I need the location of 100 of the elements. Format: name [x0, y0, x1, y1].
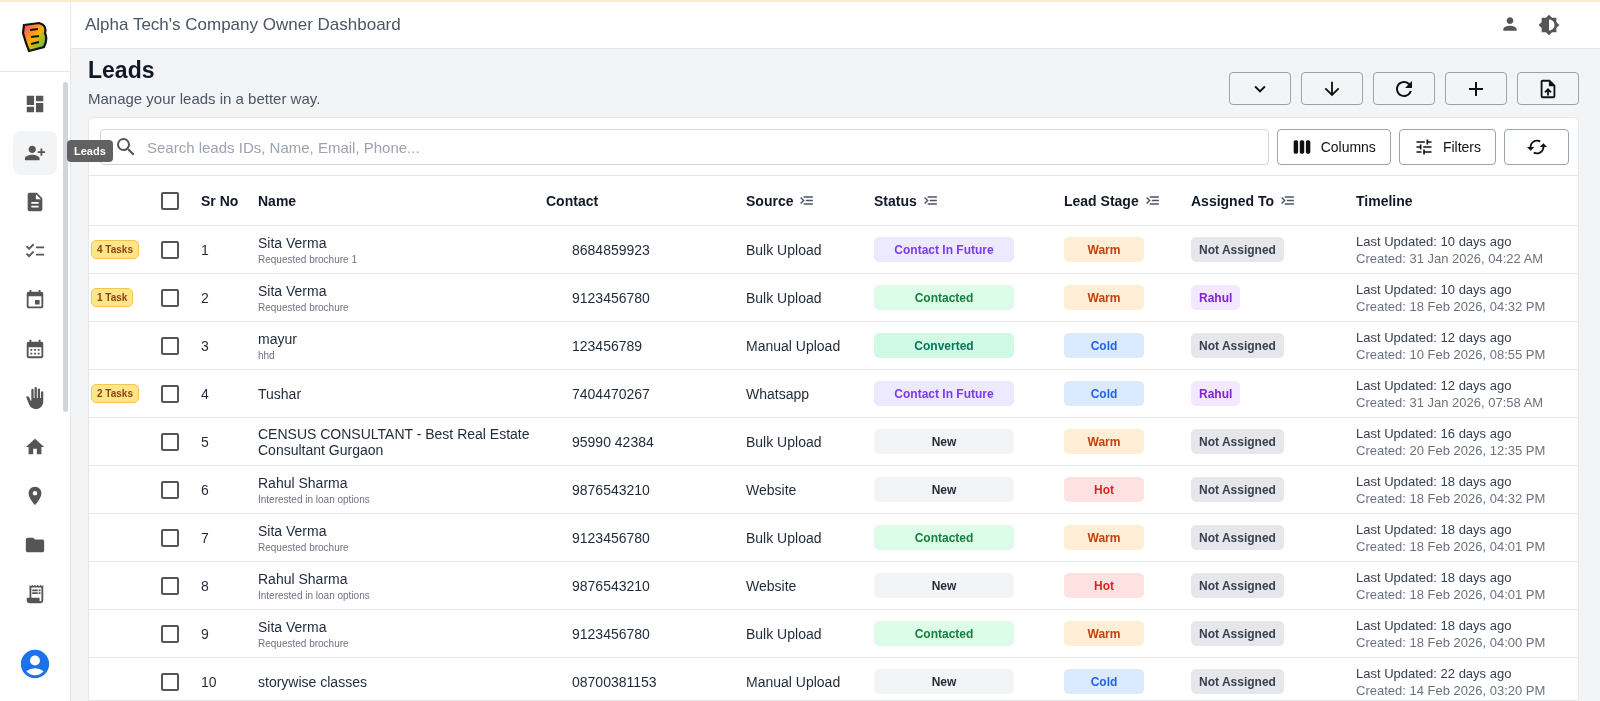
sr-no: 2: [201, 289, 210, 306]
status-badge: New: [874, 573, 1014, 598]
last-updated: Last Updated: 22 days ago: [1356, 664, 1513, 682]
task-count-badge[interactable]: 1 Task: [91, 288, 134, 307]
status-badge: Contact In Future: [874, 237, 1014, 262]
last-updated: Last Updated: 12 days ago: [1356, 376, 1513, 394]
last-updated: Last Updated: 16 days ago: [1356, 424, 1513, 442]
lead-stage-badge: Cold: [1064, 333, 1144, 358]
assignee-badge: Not Assigned: [1191, 621, 1284, 646]
download-button[interactable]: [1301, 72, 1363, 105]
lead-name: CENSUS CONSULTANT - Best Real Estate Consultant Gurgaon: [258, 425, 531, 458]
lead-source: Bulk Upload: [746, 289, 823, 306]
sr-no: 6: [201, 481, 210, 498]
lead-stage-badge: Warm: [1064, 525, 1144, 550]
profile-avatar[interactable]: [18, 647, 52, 681]
contact-number: 9123456780: [572, 625, 651, 642]
sr-no: 4: [201, 385, 210, 402]
row-checkbox[interactable]: [161, 480, 179, 499]
status-badge: Contacted: [874, 621, 1014, 646]
select-all-checkbox[interactable]: [161, 191, 179, 210]
created-date: Created: 18 Feb 2026, 04:32 PM: [1356, 297, 1547, 315]
contact-number: 95990 42384: [572, 433, 655, 450]
last-updated: Last Updated: 18 days ago: [1356, 520, 1513, 538]
task-count-badge[interactable]: 2 Tasks: [91, 384, 139, 403]
row-checkbox[interactable]: [161, 336, 179, 355]
sr-no: 1: [201, 241, 210, 258]
lead-stage-badge: Warm: [1064, 429, 1144, 454]
last-updated: Last Updated: 10 days ago: [1356, 232, 1513, 250]
contact-number: 9876543210: [572, 481, 651, 498]
lead-name: Sita Verma: [258, 522, 328, 539]
lead-source: Manual Upload: [746, 673, 842, 690]
row-checkbox[interactable]: [161, 432, 179, 451]
column-header: Sr No: [201, 192, 239, 209]
column-header: Contact: [546, 192, 599, 209]
lead-source: Bulk Upload: [746, 241, 823, 258]
lead-note: hhd: [258, 349, 276, 361]
task-count-badge[interactable]: 4 Tasks: [91, 240, 139, 259]
lead-source: Manual Upload: [746, 337, 842, 354]
sr-no: 3: [201, 337, 210, 354]
created-date: Created: 18 Feb 2026, 04:01 PM: [1356, 537, 1547, 555]
created-date: Created: 10 Feb 2026, 08:55 PM: [1356, 345, 1547, 363]
lead-name: Sita Verma: [258, 618, 328, 635]
assignee-badge: Not Assigned: [1191, 573, 1284, 598]
lead-source: Website: [746, 481, 798, 498]
status-badge: Contacted: [874, 285, 1014, 310]
column-header: Timeline: [1356, 192, 1413, 209]
upload-button[interactable]: [1517, 72, 1579, 105]
sr-no: 10: [201, 673, 218, 690]
lead-source: Whatsapp: [746, 385, 811, 402]
created-date: Created: 18 Feb 2026, 04:00 PM: [1356, 633, 1547, 651]
tooltip: Leads: [67, 140, 113, 162]
lead-source: Website: [746, 577, 798, 594]
calendar-icon: [24, 338, 46, 360]
reset-button[interactable]: [1504, 129, 1569, 165]
created-date: Created: 20 Feb 2026, 12:35 PM: [1356, 441, 1547, 459]
row-checkbox[interactable]: [161, 240, 179, 259]
created-date: Created: 18 Feb 2026, 04:32 PM: [1356, 489, 1547, 507]
last-updated: Last Updated: 18 days ago: [1356, 568, 1513, 586]
lead-source: Bulk Upload: [746, 433, 823, 450]
created-date: Created: 18 Feb 2026, 04:01 PM: [1356, 585, 1547, 603]
lead-stage-badge: Warm: [1064, 621, 1144, 646]
lead-note: Requested brochure: [258, 541, 350, 553]
lead-stage-badge: Hot: [1064, 573, 1144, 598]
contact-number: 123456789: [572, 337, 644, 354]
sidebar-item[interactable]: [13, 131, 57, 175]
lead-name: storywise classes: [258, 673, 368, 690]
brightness-icon[interactable]: [1538, 14, 1560, 36]
lead-name: Sita Verma: [258, 234, 328, 251]
row-checkbox[interactable]: [161, 528, 179, 547]
column-header: Status: [874, 192, 917, 209]
lead-stage-badge: Cold: [1064, 669, 1144, 694]
lead-note: Interested in loan options: [258, 493, 371, 505]
row-checkbox[interactable]: [161, 576, 179, 595]
lead-stage-badge: Warm: [1064, 237, 1144, 262]
contact-number: 7404470267: [572, 385, 651, 402]
created-date: Created: 31 Jan 2026, 07:58 AM: [1356, 393, 1545, 411]
lead-stage-badge: Hot: [1064, 477, 1144, 502]
last-updated: Last Updated: 18 days ago: [1356, 472, 1513, 490]
sr-no: 5: [201, 433, 210, 450]
assignee-badge: Not Assigned: [1191, 429, 1284, 454]
row-checkbox[interactable]: [161, 672, 179, 691]
assignee-badge: Rahul: [1191, 285, 1241, 310]
filters-button[interactable]: Filters: [1398, 129, 1496, 165]
row-checkbox[interactable]: [161, 288, 179, 307]
sr-no: 7: [201, 529, 210, 546]
add-button[interactable]: [1445, 72, 1507, 105]
lead-note: Requested brochure: [258, 301, 350, 313]
lead-name: mayur: [258, 330, 298, 347]
assignee-badge: Not Assigned: [1191, 477, 1284, 502]
status-badge: Contact In Future: [874, 381, 1014, 406]
hand-icon: [24, 387, 46, 409]
logo-icon: [21, 20, 49, 53]
assignee-badge: Not Assigned: [1191, 333, 1284, 358]
row-checkbox[interactable]: [161, 624, 179, 643]
refresh-button[interactable]: [1373, 72, 1435, 105]
lead-name: Sita Verma: [258, 282, 328, 299]
row-checkbox[interactable]: [161, 384, 179, 403]
last-updated: Last Updated: 18 days ago: [1356, 616, 1513, 634]
status-badge: New: [874, 669, 1014, 694]
columns-button[interactable]: Columns: [1276, 129, 1391, 165]
